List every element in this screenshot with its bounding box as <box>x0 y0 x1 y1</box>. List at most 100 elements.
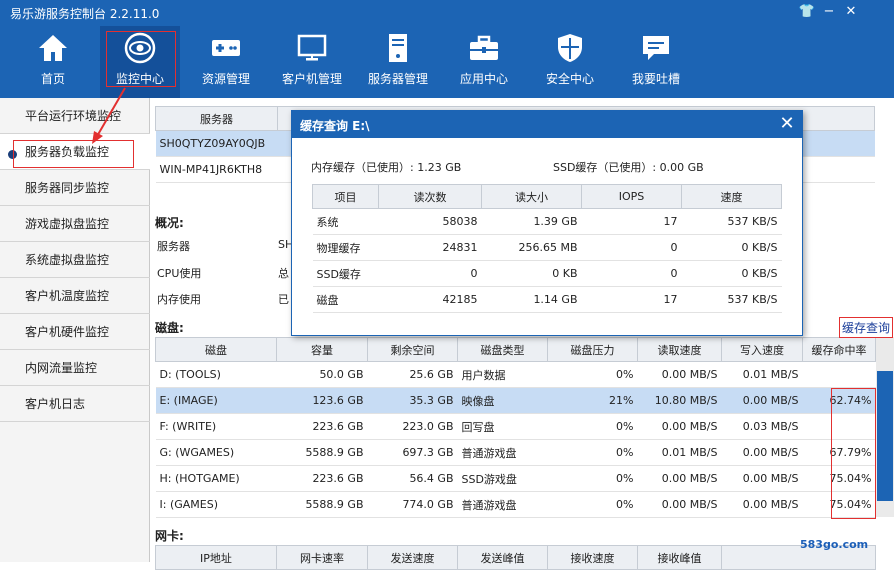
minimize-button[interactable]: − <box>820 4 838 20</box>
gamepad-icon <box>212 40 240 56</box>
col-header[interactable]: 磁盘 <box>155 337 277 362</box>
col-header[interactable]: 读取速度 <box>637 337 722 362</box>
disk-cell: SSD游戏盘 <box>457 465 548 492</box>
ssd-cache-used: SSD缓存（已使用）: 0.00 GB <box>553 161 704 174</box>
disk-cell: 50.0 GB <box>276 361 368 388</box>
sidebar-item-system-vdisk[interactable]: 系统虚拟盘监控 <box>0 242 150 278</box>
disk-cell: G: (WGAMES) <box>155 439 277 466</box>
sidebar-item-server-sync[interactable]: 服务器同步监控 <box>0 170 150 206</box>
cache-cell: 0 <box>581 260 682 287</box>
col-header[interactable]: 剩余空间 <box>367 337 458 362</box>
disk-cell: 0.00 MB/S <box>721 491 803 518</box>
disk-cell: 0.03 MB/S <box>721 413 803 440</box>
col-header[interactable]: 写入速度 <box>721 337 803 362</box>
disk-cell: 0.01 MB/S <box>637 439 722 466</box>
cache-cell: 58038 <box>378 208 482 235</box>
disk-cell: 普通游戏盘 <box>457 439 548 466</box>
disk-cell: 223.6 GB <box>276 413 368 440</box>
sidebar-annotation-box <box>13 140 134 168</box>
sidebar-item-client-log[interactable]: 客户机日志 <box>0 386 150 422</box>
chat-icon <box>643 36 669 60</box>
table-row[interactable]: D: (TOOLS) 50.0 GB 25.6 GB 用户数据 0% 0.00 MB/S 0… <box>155 361 876 388</box>
col-header: 速度 <box>681 184 782 209</box>
disk-cell: 21% <box>547 387 638 414</box>
shield-icon <box>558 34 582 62</box>
cache-cell: 17 <box>581 208 682 235</box>
nav-security-center[interactable]: 安全中心 <box>530 26 610 98</box>
cache-query-link[interactable]: 缓存查询 <box>839 317 894 338</box>
dialog-header: 缓存查询 E:\ ✕ <box>292 111 802 138</box>
disk-cell: F: (WRITE) <box>155 413 277 440</box>
overview-title: 概况: <box>155 216 184 230</box>
cache-cell: 0 KB/S <box>681 260 782 287</box>
disk-cell: 回写盘 <box>457 413 548 440</box>
cache-cell: 物理缓存 <box>312 234 379 261</box>
table-row[interactable]: G: (WGAMES) 5588.9 GB 697.3 GB 普通游戏盘 0% 0.01 … <box>155 439 876 466</box>
cache-cell: 537 KB/S <box>681 286 782 313</box>
col-header[interactable]: 缓存命中率 <box>802 337 876 362</box>
watermark: 583go.com <box>800 538 869 551</box>
nic-title: 网卡: <box>155 529 184 543</box>
overview-value-memory: 已 <box>278 293 289 306</box>
overview-label-memory: 内存使用 <box>157 293 201 306</box>
col-header[interactable]: 网卡速率 <box>276 545 368 570</box>
col-header[interactable]: 发送峰值 <box>457 545 548 570</box>
col-header[interactable]: IP地址 <box>155 545 277 570</box>
nav-client-management[interactable]: 客户机管理 <box>272 26 352 98</box>
sidebar-item-lan-traffic[interactable]: 内网流量监控 <box>0 350 150 386</box>
nav-home[interactable]: 首页 <box>13 26 93 98</box>
table-row: 物理缓存 24831 256.65 MB 0 0 KB/S <box>312 234 782 261</box>
nav-feedback[interactable]: 我要吐槽 <box>616 26 696 98</box>
col-header[interactable]: 发送速度 <box>367 545 458 570</box>
sidebar-item-client-hardware[interactable]: 客户机硬件监控 <box>0 314 150 350</box>
nav-resource-management[interactable]: 资源管理 <box>186 26 266 98</box>
table-row[interactable]: H: (HOTGAME) 223.6 GB 56.4 GB SSD游戏盘 0% 0.00 … <box>155 465 876 492</box>
disk-cell <box>802 361 876 388</box>
col-header[interactable]: 接收速度 <box>547 545 638 570</box>
disk-cell: 774.0 GB <box>367 491 458 518</box>
disk-cell: 0.00 MB/S <box>637 491 722 518</box>
disk-cell: 223.6 GB <box>276 465 368 492</box>
cache-cell: 磁盘 <box>312 286 379 313</box>
table-row[interactable]: F: (WRITE) 223.6 GB 223.0 GB 回写盘 0% 0.00 MB/S… <box>155 413 876 440</box>
cache-cell: 24831 <box>378 234 482 261</box>
col-header[interactable]: 磁盘压力 <box>547 337 638 362</box>
disk-cell: 223.0 GB <box>367 413 458 440</box>
monitor-icon <box>297 34 327 61</box>
table-row[interactable]: I: (GAMES) 5588.9 GB 774.0 GB 普通游戏盘 0% 0.00 M… <box>155 491 876 518</box>
close-button[interactable]: ✕ <box>842 4 860 20</box>
table-row[interactable]: E: (IMAGE) 123.6 GB 35.3 GB 映像盘 21% 10.80 MB/… <box>155 387 876 414</box>
disk-cell: 0.00 MB/S <box>637 361 722 388</box>
cache-cell: 537 KB/S <box>681 208 782 235</box>
sidebar-item-client-temp[interactable]: 客户机温度监控 <box>0 278 150 314</box>
table-row: 磁盘 42185 1.14 GB 17 537 KB/S <box>312 286 782 313</box>
sidebar-item-game-vdisk[interactable]: 游戏虚拟盘监控 <box>0 206 150 242</box>
disk-cell: I: (GAMES) <box>155 491 277 518</box>
col-header[interactable]: 磁盘类型 <box>457 337 548 362</box>
disk-scrollbar-thumb[interactable] <box>877 371 893 501</box>
nav-feedback-label: 我要吐槽 <box>631 72 680 86</box>
col-header: 读大小 <box>481 184 582 209</box>
nav-resource-label: 资源管理 <box>201 72 250 86</box>
col-header[interactable]: 容量 <box>276 337 368 362</box>
disk-cell: 25.6 GB <box>367 361 458 388</box>
skin-icon[interactable]: 👕 <box>798 4 816 20</box>
nav-client-label: 客户机管理 <box>281 72 342 86</box>
disk-cell: 5588.9 GB <box>276 491 368 518</box>
disk-cell: 0.00 MB/S <box>721 387 803 414</box>
cache-cell: SSD缓存 <box>312 260 379 287</box>
sidebar-item-platform-env[interactable]: 平台运行环境监控 <box>0 98 150 134</box>
disk-cell: 用户数据 <box>457 361 548 388</box>
nav-app-center[interactable]: 应用中心 <box>444 26 524 98</box>
dialog-close-icon[interactable]: ✕ <box>776 113 798 135</box>
nav-security-label: 安全中心 <box>545 72 594 86</box>
server-name: WIN-MP41JR6KTH8 <box>155 156 278 183</box>
col-header[interactable]: 接收峰值 <box>637 545 722 570</box>
cache-query-dialog: 缓存查询 E:\ ✕ 内存缓存（已使用）: 1.23 GB SSD缓存（已使用）… <box>291 110 803 336</box>
cache-cell: 256.65 MB <box>481 234 582 261</box>
disk-cell: 0.00 MB/S <box>637 413 722 440</box>
nav-server-management[interactable]: 服务器管理 <box>358 26 438 98</box>
disk-cell: 56.4 GB <box>367 465 458 492</box>
disk-table: 磁盘 容量 剩余空间 磁盘类型 磁盘压力 读取速度 写入速度 缓存命中率 D: … <box>155 337 876 518</box>
table-row: 系统 58038 1.39 GB 17 537 KB/S <box>312 208 782 235</box>
